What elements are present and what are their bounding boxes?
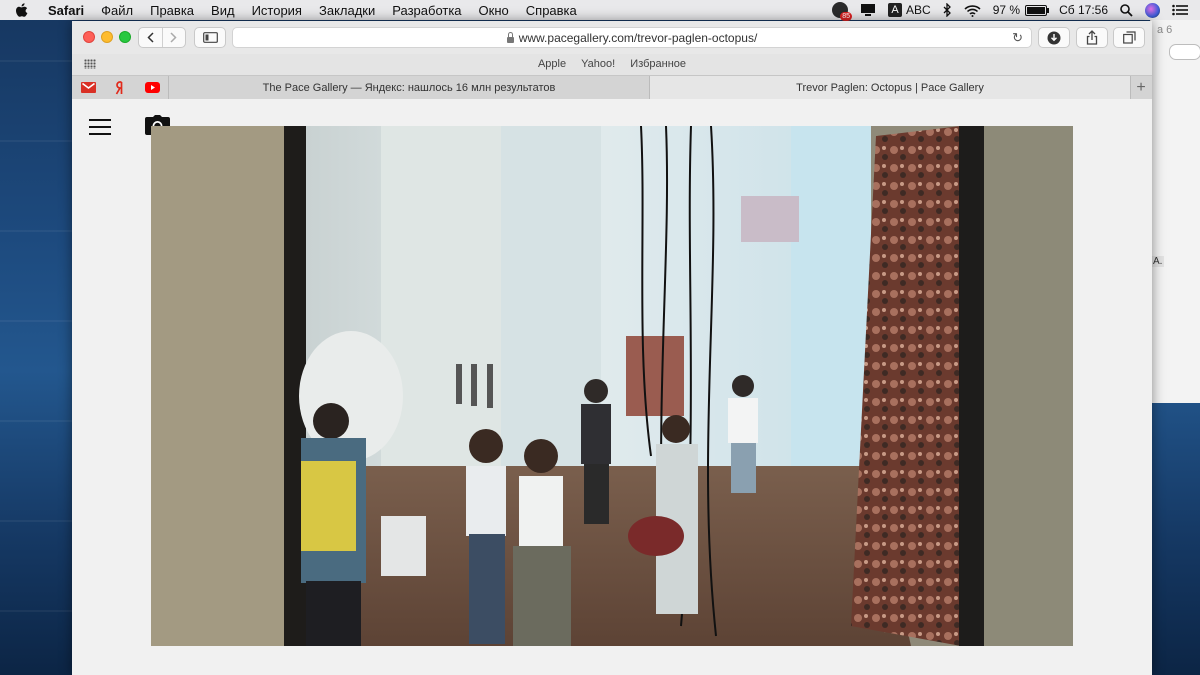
- battery-status[interactable]: 97 %: [992, 3, 1050, 17]
- input-source-menu[interactable]: A ABC: [888, 3, 931, 17]
- tab-title: Trevor Paglen: Octopus | Pace Gallery: [796, 81, 984, 94]
- input-source-label: ABC: [906, 3, 931, 17]
- favorite-yahoo[interactable]: Yahoo!: [581, 58, 615, 70]
- tab-title: The Pace Gallery — Яндекс: нашлось 16 мл…: [262, 81, 556, 94]
- pinned-tabs: [72, 76, 168, 99]
- background-window[interactable]: а 6 A.: [1150, 20, 1200, 403]
- back-button[interactable]: [139, 28, 162, 47]
- status-area: 85 A ABC 97 % Сб 17:56: [832, 0, 1200, 21]
- reload-icon[interactable]: ↻: [1012, 30, 1023, 46]
- pinned-tab-yandex[interactable]: [104, 76, 136, 99]
- battery-percent: 97 %: [992, 3, 1021, 17]
- menu-app-name[interactable]: Safari: [48, 3, 84, 18]
- keyboard-letter-icon: A: [888, 3, 903, 17]
- tab-overview-button[interactable]: [1113, 27, 1145, 48]
- menu-bookmarks[interactable]: Закладки: [319, 3, 375, 18]
- tabs-icon: [1122, 31, 1136, 44]
- battery-icon: [1025, 4, 1050, 16]
- gmail-icon: [80, 82, 96, 93]
- notification-app-icon[interactable]: 85: [832, 2, 853, 21]
- hamburger-menu-icon[interactable]: [89, 119, 111, 135]
- gallery-live-camera-image[interactable]: [151, 126, 1073, 646]
- tab-yandex-search[interactable]: The Pace Gallery — Яндекс: нашлось 16 мл…: [168, 76, 649, 99]
- pinned-tab-youtube[interactable]: [136, 76, 168, 99]
- menu-history[interactable]: История: [252, 3, 302, 18]
- youtube-icon: [144, 82, 160, 93]
- tab-pace-gallery-active[interactable]: Trevor Paglen: Octopus | Pace Gallery: [649, 76, 1131, 99]
- minimize-window-button[interactable]: [101, 31, 113, 43]
- wifi-icon[interactable]: [964, 4, 981, 17]
- sidebar-icon: [202, 32, 218, 43]
- favorite-folder[interactable]: Избранное: [630, 58, 686, 70]
- apple-menu-icon[interactable]: [14, 2, 28, 17]
- downloads-button[interactable]: [1038, 27, 1070, 48]
- pinned-tab-gmail[interactable]: [72, 76, 104, 99]
- menu-view[interactable]: Вид: [211, 3, 235, 18]
- display-icon[interactable]: [860, 3, 876, 17]
- background-window-letter: A.: [1151, 256, 1165, 267]
- clock[interactable]: Сб 17:56: [1059, 3, 1108, 17]
- background-window-text: а 6: [1157, 24, 1173, 36]
- notification-count: 85: [840, 12, 853, 21]
- safari-toolbar: www.pacegallery.com/trevor-paglen-octopu…: [72, 21, 1152, 54]
- sidebar-toggle-button[interactable]: [194, 27, 226, 48]
- share-icon: [1086, 30, 1098, 45]
- menu-window[interactable]: Окно: [479, 3, 509, 18]
- yandex-icon: [115, 80, 123, 94]
- address-bar-url: www.pacegallery.com/trevor-paglen-octopu…: [518, 30, 758, 45]
- favorite-apple[interactable]: Apple: [538, 58, 566, 70]
- siri-icon[interactable]: [1145, 2, 1160, 18]
- address-bar[interactable]: www.pacegallery.com/trevor-paglen-octopu…: [232, 27, 1032, 48]
- notification-center-icon[interactable]: [1172, 4, 1188, 16]
- new-tab-button[interactable]: +: [1130, 76, 1152, 99]
- navigation-buttons: [138, 27, 186, 48]
- menu-help[interactable]: Справка: [526, 3, 577, 18]
- safari-window: www.pacegallery.com/trevor-paglen-octopu…: [72, 21, 1152, 675]
- background-window-button[interactable]: [1169, 44, 1200, 60]
- menu-bar: Safari Файл Правка Вид История Закладки …: [0, 0, 1200, 21]
- favorites-bar: Apple Yahoo! Избранное: [72, 54, 1152, 75]
- spotlight-search-icon[interactable]: [1120, 3, 1133, 17]
- menu-develop[interactable]: Разработка: [392, 3, 461, 18]
- bluetooth-icon[interactable]: [943, 3, 952, 17]
- zoom-window-button[interactable]: [119, 31, 131, 43]
- menu-file[interactable]: Файл: [101, 3, 133, 18]
- close-window-button[interactable]: [83, 31, 95, 43]
- share-button[interactable]: [1076, 27, 1108, 48]
- tab-bar: The Pace Gallery — Яндекс: нашлось 16 мл…: [72, 75, 1152, 100]
- forward-button[interactable]: [161, 28, 186, 47]
- lock-icon: [506, 31, 514, 43]
- web-page: [72, 99, 1152, 675]
- download-icon: [1047, 31, 1061, 44]
- menu-edit[interactable]: Правка: [150, 3, 194, 18]
